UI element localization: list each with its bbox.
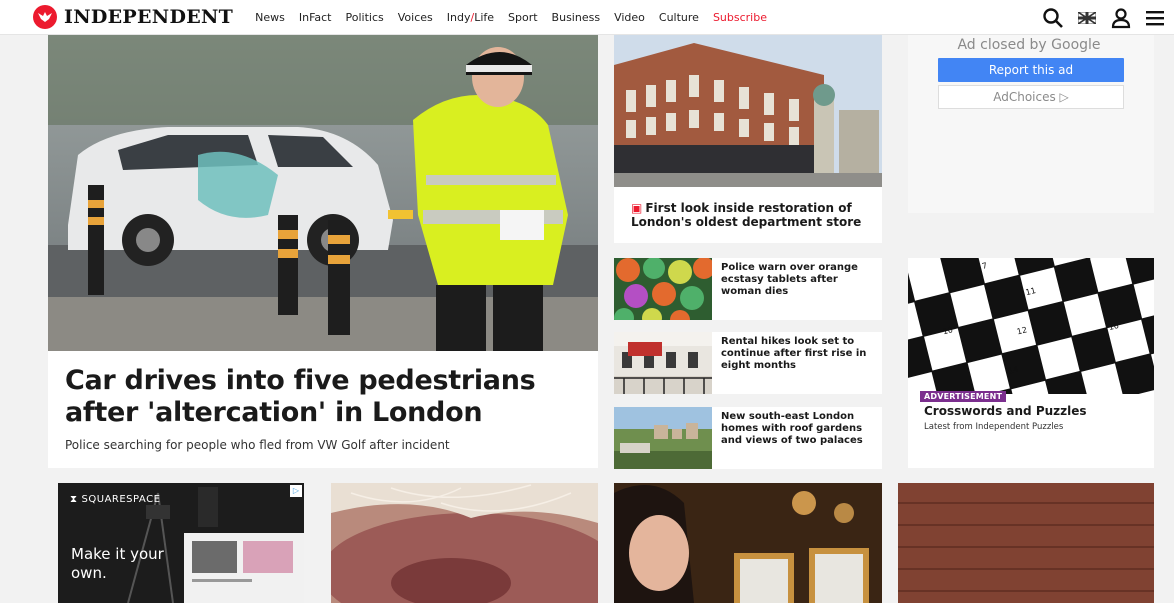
header-icons <box>1032 5 1168 31</box>
ad-closed-panel: Ad closed by Google Report this ad AdCho… <box>908 35 1154 213</box>
ecstasy-image[interactable] <box>614 258 712 320</box>
puzzles-card[interactable]: 7 11 10 12 14 16 13 ADVERTISEMENT Crossw… <box>908 258 1154 468</box>
main-nav: News InFact Politics Voices Indy/Life Sp… <box>255 11 781 24</box>
woman-story-card[interactable] <box>614 483 882 603</box>
store-headline[interactable]: ▣ First look inside restoration of London… <box>631 201 871 229</box>
camera-icon: ▣ <box>631 201 643 215</box>
store-headline-text: First look inside restoration of London'… <box>631 201 862 229</box>
nav-business[interactable]: Business <box>552 11 601 24</box>
ad-closed-text: Ad closed by Google <box>957 37 1101 53</box>
hero-subheadline: Police searching for people who fled fro… <box>65 438 450 452</box>
hero-headline[interactable]: Car drives into five pedestrians after '… <box>65 365 585 429</box>
nav-indy-label: Indy <box>446 10 471 24</box>
ecstasy-headline[interactable]: Police warn over orange ecstasy tablets … <box>721 262 879 298</box>
hero-image[interactable] <box>48 35 598 351</box>
menu-icon[interactable] <box>1142 5 1168 31</box>
puzzles-title[interactable]: Crosswords and Puzzles <box>924 404 1087 418</box>
nav-video[interactable]: Video <box>614 11 645 24</box>
homes-headline[interactable]: New south-east London homes with roof ga… <box>721 411 879 447</box>
hero-story-card[interactable]: Car drives into five pedestrians after '… <box>48 35 598 468</box>
squarespace-logo: ⧗ SQUARESPACE <box>70 494 160 505</box>
nav-indy-life[interactable]: Indy/Life <box>447 11 494 24</box>
crossword-image[interactable]: 7 11 10 12 14 16 13 <box>908 258 1154 394</box>
nav-infact[interactable]: InFact <box>299 11 332 24</box>
logo-text: INDEPENDENT <box>64 6 234 28</box>
eagle-icon <box>33 5 57 29</box>
adchoices-button[interactable]: AdChoices ▷ <box>938 85 1124 109</box>
store-image[interactable] <box>614 35 882 187</box>
squarespace-tagline: Make it your own. <box>71 545 164 582</box>
store-story-card[interactable]: ▣ First look inside restoration of London… <box>614 35 882 243</box>
nav-voices[interactable]: Voices <box>398 11 433 24</box>
nav-subscribe[interactable]: Subscribe <box>713 11 767 24</box>
account-icon[interactable] <box>1108 5 1134 31</box>
brick-image[interactable] <box>898 483 1154 603</box>
nav-culture[interactable]: Culture <box>659 11 699 24</box>
homes-image[interactable] <box>614 407 712 469</box>
nav-news[interactable]: News <box>255 11 285 24</box>
squarespace-logo-icon: ⧗ <box>70 494 78 505</box>
rental-headline[interactable]: Rental hikes look set to continue after … <box>721 336 879 372</box>
site-logo[interactable]: INDEPENDENT <box>33 5 233 29</box>
squarespace-ad[interactable]: ⧗ SQUARESPACE Make it your own. ▷ <box>58 483 304 603</box>
report-ad-button[interactable]: Report this ad <box>938 58 1124 82</box>
ecstasy-story-card[interactable]: Police warn over orange ecstasy tablets … <box>614 258 882 320</box>
skin-story-card[interactable] <box>331 483 598 603</box>
search-icon[interactable] <box>1040 5 1066 31</box>
puzzles-subtitle: Latest from Independent Puzzles <box>924 422 1064 432</box>
rental-image[interactable] <box>614 332 712 394</box>
nav-sport[interactable]: Sport <box>508 11 538 24</box>
adchoices-icon[interactable]: ▷ <box>290 485 302 497</box>
nav-politics[interactable]: Politics <box>346 11 384 24</box>
site-header: INDEPENDENT News InFact Politics Voices … <box>0 0 1174 35</box>
brick-story-card[interactable] <box>898 483 1154 603</box>
woman-image[interactable] <box>614 483 882 603</box>
rental-story-card[interactable]: Rental hikes look set to continue after … <box>614 332 882 394</box>
squarespace-brand: SQUARESPACE <box>81 494 161 505</box>
nav-life-label: Life <box>474 10 495 24</box>
homes-story-card[interactable]: New south-east London homes with roof ga… <box>614 407 882 469</box>
skin-image[interactable] <box>331 483 598 603</box>
uk-flag-icon[interactable] <box>1074 5 1100 31</box>
advertisement-badge: ADVERTISEMENT <box>920 391 1007 402</box>
